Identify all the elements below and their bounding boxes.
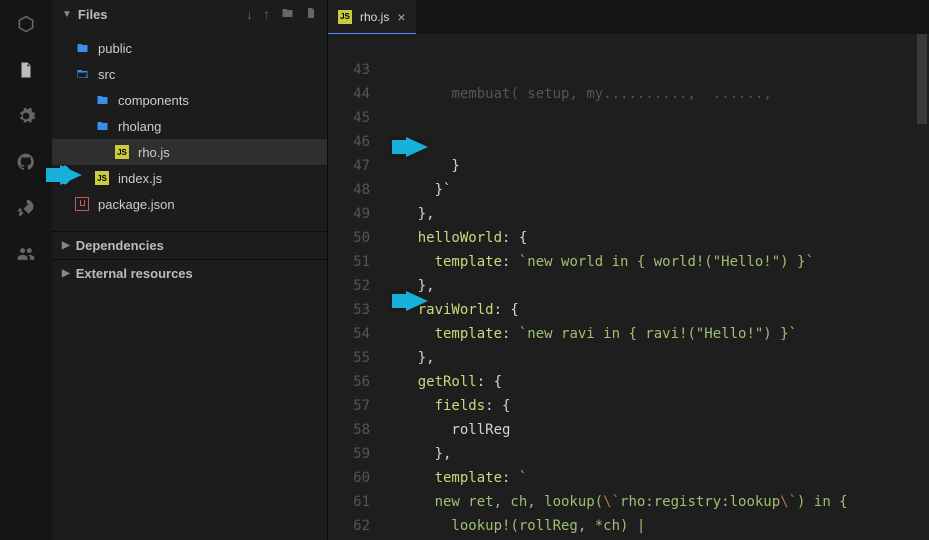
tree-item-package-json[interactable]: package.json bbox=[52, 191, 327, 217]
tree-item-public[interactable]: public bbox=[52, 35, 327, 61]
code-lines[interactable]: membuat( setup, my.........., ......, } … bbox=[384, 34, 929, 540]
activity-bar bbox=[0, 0, 52, 540]
chevron-right-icon: ▶ bbox=[62, 268, 70, 279]
tree-item-rholang[interactable]: rholang bbox=[52, 113, 327, 139]
js-icon: JS bbox=[338, 10, 352, 24]
code-line[interactable]: template: `new world in { world!("Hello!… bbox=[384, 250, 929, 274]
line-number: 57 bbox=[328, 394, 370, 418]
code-line[interactable]: raviWorld: { bbox=[384, 298, 929, 322]
tree-item-label: components bbox=[118, 93, 189, 108]
people-icon[interactable] bbox=[14, 242, 38, 266]
tree-item-label: index.js bbox=[118, 171, 162, 186]
folder-icon bbox=[74, 40, 90, 56]
line-number: 49 bbox=[328, 202, 370, 226]
tree-item-label: src bbox=[98, 67, 115, 82]
code-line[interactable]: template: `new ravi in { ravi!("Hello!")… bbox=[384, 322, 929, 346]
annotation-arrow bbox=[392, 290, 428, 310]
code-line[interactable]: fields: { bbox=[384, 394, 929, 418]
sidebar: ▼ Files ↓ ↑ public srccomponents rholang JS… bbox=[52, 0, 328, 540]
tree-item-src[interactable]: src bbox=[52, 61, 327, 87]
gear-icon[interactable] bbox=[14, 104, 38, 128]
new-file-icon[interactable] bbox=[305, 6, 317, 23]
code-area[interactable]: 4344454647484950515253545556575859606162… bbox=[328, 34, 929, 540]
line-number: 43 bbox=[328, 58, 370, 82]
folder-icon bbox=[94, 92, 110, 108]
tree-item-label: rholang bbox=[118, 119, 161, 134]
external-resources-section-header[interactable]: ▶ External resources bbox=[52, 259, 327, 287]
github-icon[interactable] bbox=[14, 150, 38, 174]
line-number: 58 bbox=[328, 418, 370, 442]
annotation-arrow bbox=[46, 164, 82, 184]
line-number-gutter: 4344454647484950515253545556575859606162… bbox=[328, 34, 384, 540]
js-icon: JS bbox=[114, 144, 130, 160]
chevron-down-icon: ▼ bbox=[62, 9, 72, 20]
code-line[interactable]: }, bbox=[384, 202, 929, 226]
files-label: Files bbox=[78, 7, 108, 22]
partial-line: membuat( setup, my.........., ......, bbox=[384, 82, 929, 106]
file-icon[interactable] bbox=[14, 58, 38, 82]
code-line[interactable]: }, bbox=[384, 274, 929, 298]
files-section-header[interactable]: ▼ Files ↓ ↑ bbox=[52, 0, 327, 29]
code-line[interactable]: }, bbox=[384, 346, 929, 370]
code-line[interactable]: rollReg bbox=[384, 418, 929, 442]
code-line[interactable]: lookup!(rollReg, *ch) | bbox=[384, 514, 929, 538]
tree-item-label: rho.js bbox=[138, 145, 170, 160]
line-number: 62 bbox=[328, 514, 370, 538]
line-number: 53 bbox=[328, 298, 370, 322]
code-line[interactable]: } bbox=[384, 154, 929, 178]
code-line[interactable]: }, bbox=[384, 442, 929, 466]
vertical-scrollbar[interactable] bbox=[917, 34, 927, 124]
line-number: 46 bbox=[328, 130, 370, 154]
line-number: 59 bbox=[328, 442, 370, 466]
line-number: 48 bbox=[328, 178, 370, 202]
line-number: 47 bbox=[328, 154, 370, 178]
line-number: 44 bbox=[328, 82, 370, 106]
line-number: 45 bbox=[328, 106, 370, 130]
rocket-icon[interactable] bbox=[14, 196, 38, 220]
line-number: 56 bbox=[328, 370, 370, 394]
editor: JS rho.js × 4344454647484950515253545556… bbox=[328, 0, 929, 540]
new-folder-icon[interactable] bbox=[280, 6, 295, 23]
dependencies-section-header[interactable]: ▶ Dependencies bbox=[52, 231, 327, 259]
dependencies-label: Dependencies bbox=[76, 238, 164, 253]
external-resources-label: External resources bbox=[76, 266, 193, 281]
box-icon[interactable] bbox=[14, 12, 38, 36]
chevron-right-icon: ▶ bbox=[62, 240, 70, 251]
tree-item-rho-js[interactable]: JS rho.js bbox=[52, 139, 327, 165]
code-line[interactable]: new ret, ch, lookup(\`rho:registry:looku… bbox=[384, 490, 929, 514]
tab-label: rho.js bbox=[360, 10, 389, 24]
tree-item-index-js[interactable]: JS index.js bbox=[52, 165, 327, 191]
tree-item-components[interactable]: components bbox=[52, 87, 327, 113]
line-number: 55 bbox=[328, 346, 370, 370]
tree-item-label: public bbox=[98, 41, 132, 56]
js-icon: JS bbox=[94, 170, 110, 186]
line-number: 50 bbox=[328, 226, 370, 250]
line-number: 52 bbox=[328, 274, 370, 298]
tab-rho-js[interactable]: JS rho.js × bbox=[328, 0, 416, 34]
line-number: 61 bbox=[328, 490, 370, 514]
tab-bar: JS rho.js × bbox=[328, 0, 929, 34]
close-icon[interactable]: × bbox=[397, 9, 405, 25]
folder-icon bbox=[94, 118, 110, 134]
code-line[interactable]: }` bbox=[384, 178, 929, 202]
download-icon[interactable]: ↓ bbox=[246, 6, 253, 23]
code-line[interactable]: getRoll: { bbox=[384, 370, 929, 394]
code-line[interactable]: helloWorld: { bbox=[384, 226, 929, 250]
tree-item-label: package.json bbox=[98, 197, 175, 212]
line-number: 54 bbox=[328, 322, 370, 346]
folder-open-icon bbox=[74, 66, 90, 82]
line-number: 51 bbox=[328, 250, 370, 274]
annotation-arrow bbox=[392, 136, 428, 156]
upload-icon[interactable]: ↑ bbox=[263, 6, 270, 23]
line-number: 60 bbox=[328, 466, 370, 490]
npm-icon bbox=[74, 196, 90, 212]
file-tree: public srccomponents rholang JS rho.js JS inde… bbox=[52, 29, 327, 231]
code-line[interactable]: template: ` bbox=[384, 466, 929, 490]
